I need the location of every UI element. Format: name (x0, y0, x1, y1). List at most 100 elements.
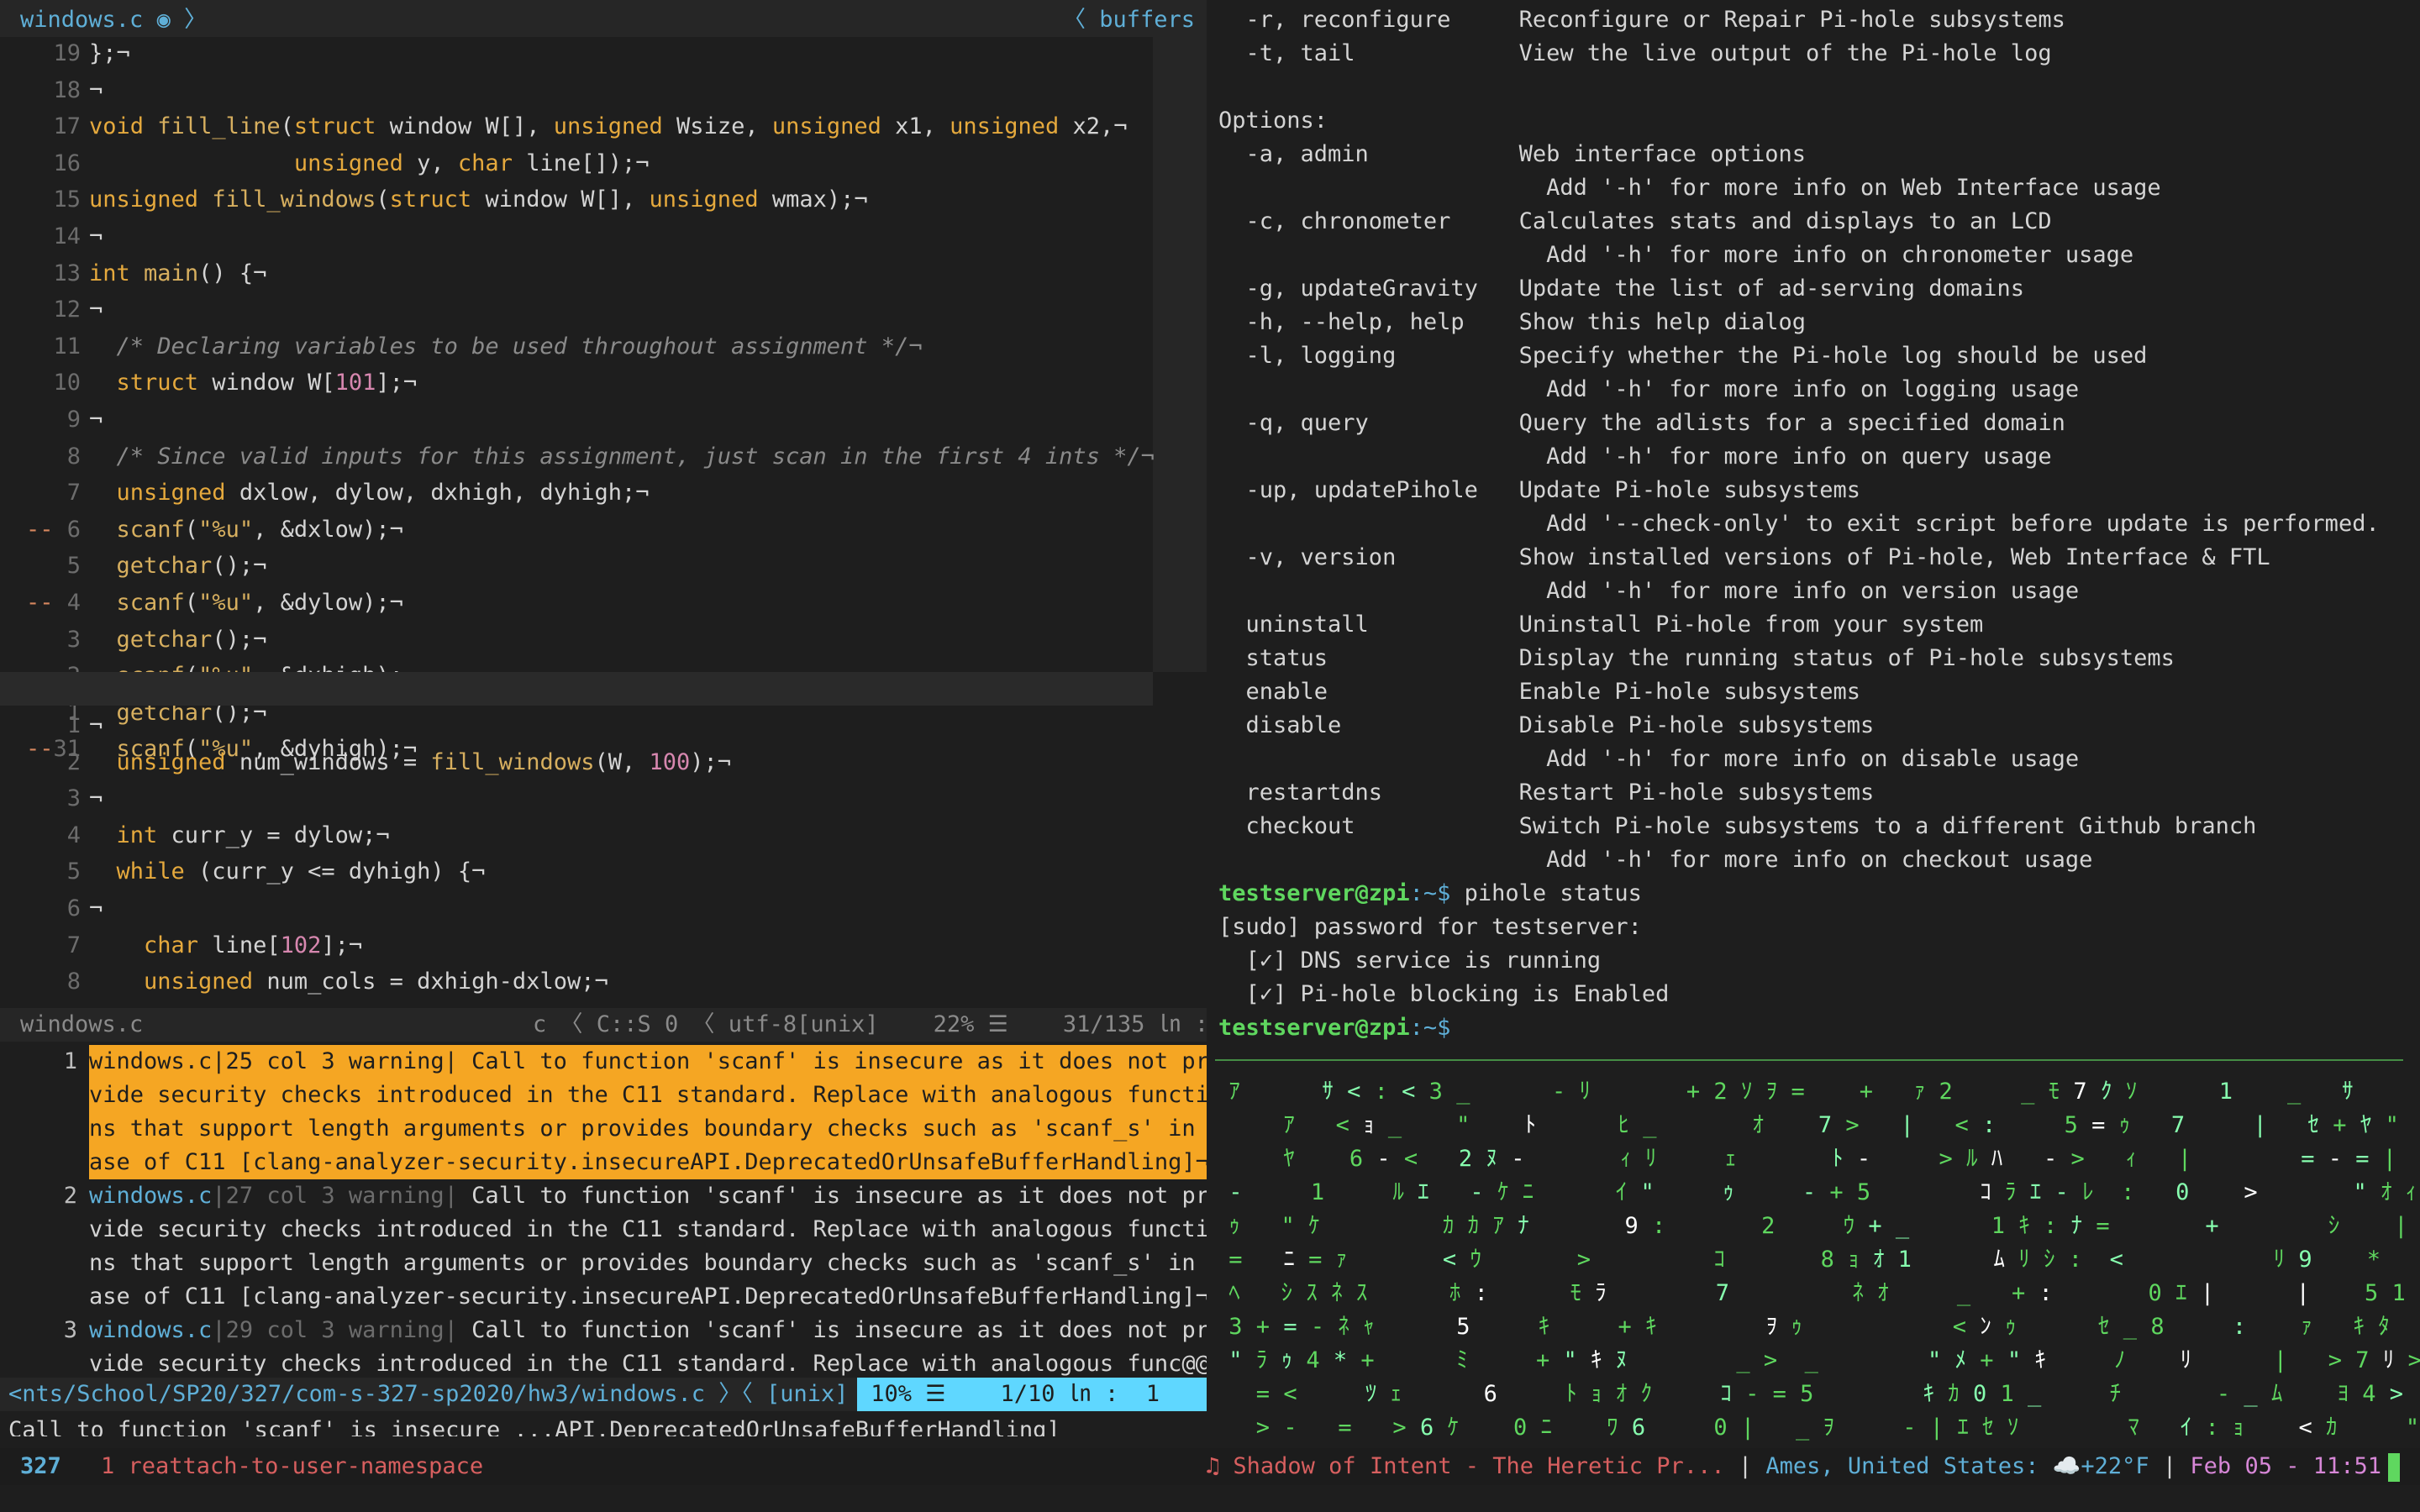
status-right: c 〈 C::S 0 〈 utf-8[unix] 22% ☰ 31/135 ㏑ … (533, 1011, 1207, 1037)
position-indicator: 10% ☰ 1/10 ㏑ : 1 (857, 1378, 1207, 1411)
quickfix-entry-selected[interactable]: windows.c|25 col 3 warning| Call to func… (89, 1045, 1207, 1079)
quickfix-entry-selected[interactable]: vide security checks introduced in the C… (89, 1079, 1207, 1112)
line-number: 7 (66, 480, 81, 507)
quickfix-entry-selected[interactable]: ase of C11 [clang-analyzer-security.inse… (89, 1146, 1207, 1179)
code-line[interactable]: void fill_line(struct window W[], unsign… (89, 110, 1128, 144)
quickfix-index: 1 (63, 1048, 77, 1074)
terminal-line: -l, logging Specify whether the Pi-hole … (1218, 343, 2148, 369)
code-line[interactable]: unsigned num_cols = dxhigh-dxlow;¬ (89, 965, 608, 999)
terminal-line: Add '-h' for more info on version usage (1218, 578, 2080, 604)
code-line[interactable]: ¬ (89, 220, 103, 254)
line-number: 12 (53, 297, 81, 323)
vim-statusline: windows.c c 〈 C::S 0 〈 utf-8[unix] 22% ☰… (0, 1008, 1207, 1042)
terminal-line: checkout Switch Pi-hole subsystems to a … (1218, 813, 2257, 839)
terminal-output: [sudo] password for testserver: (1218, 914, 1642, 940)
code-line[interactable]: scanf("%u", &dxlow);¬ (89, 513, 403, 547)
code-line[interactable]: ¬ (89, 74, 103, 108)
terminal-line: Add '-h' for more info on query usage (1218, 444, 2052, 470)
terminal-line: Add '-h' for more info on disable usage (1218, 746, 2080, 772)
code-line[interactable]: char line[102];¬ (89, 929, 362, 963)
code-line[interactable]: while (curr_y <= dyhigh) {¬ (89, 855, 486, 889)
line-number: -- 4 (25, 590, 81, 616)
code-line[interactable]: ¬ (89, 782, 103, 816)
line-number: 8 (66, 969, 81, 995)
code-line[interactable]: ¬ (89, 892, 103, 926)
terminal-line: -h, --help, help Show this help dialog (1218, 309, 1806, 335)
now-playing: ♫ Shadow of Intent - The Heretic Pr... (1205, 1453, 1725, 1479)
pane-divider[interactable] (1215, 1059, 2403, 1061)
matrix-row: 3 + = - ﾈ ｬ 5 ｷ + ｷ ｦ ｩ < ﾝ ｩ ｾ _ 8 : ｧ … (1228, 1314, 2390, 1340)
line-number: 11 (53, 333, 81, 360)
file-path: <nts/School/SP20/327/com-s-327-sp2020/hw… (8, 1381, 849, 1407)
matrix-row: > - = > 6 ｹ 0 ﾆ ﾜ 6 0 | _ ｦ - | ｴ ｾ ｿ ﾏ … (1255, 1415, 2420, 1441)
code-line[interactable]: int main() {¬ (89, 257, 266, 291)
terminal-line: Add '-h' for more info on logging usage (1218, 376, 2080, 402)
line-number: -- 6 (25, 516, 81, 543)
terminal-line: disable Disable Pi-hole subsystems (1218, 712, 1875, 738)
terminal-pane[interactable]: -r, reconfigure Reconfigure or Repair Pi… (1210, 0, 2420, 1042)
terminal-line: -r, reconfigure Reconfigure or Repair Pi… (1218, 7, 2065, 33)
code-line[interactable]: ¬ (89, 293, 103, 327)
code-line[interactable]: };¬ (89, 37, 130, 71)
terminal-line: Add '--check-only' to exit script before… (1218, 511, 2380, 537)
code-line[interactable]: getchar();¬ (89, 623, 267, 657)
code-line[interactable]: /* Declaring variables to be used throug… (89, 330, 923, 364)
matrix-row: ﾍ ｼ ｽ ﾈ ｽ ﾎ : ﾓ ﾗ 7 ﾈ ｵ _ + : 0 ｴ | | 5 … (1228, 1280, 2420, 1306)
command-line[interactable]: Call to function 'scanf' is insecure ...… (8, 1414, 1060, 1436)
terminal-line: uninstall Uninstall Pi-hole from your sy… (1218, 612, 1984, 638)
quickfix-entry[interactable]: vide security checks introduced in the C… (89, 1213, 1207, 1247)
quickfix-entry[interactable]: ase of C11 [clang-analyzer-security.inse… (89, 1280, 1207, 1314)
terminal-line: -c, chronometer Calculates stats and dis… (1218, 208, 2052, 234)
code-line[interactable]: int curr_y = dylow;¬ (89, 819, 390, 853)
code-line[interactable]: unsigned y, char line[]);¬ (89, 147, 650, 181)
quickfix-entry[interactable]: vide security checks introduced in the C… (89, 1347, 1207, 1381)
matrix-row: - 1 ﾙ ｴ - ｹ ﾆ ｲ " ｩ - + 5 ｺ ﾗ ｴ - ﾚ : 0 … (1228, 1179, 2417, 1205)
cmatrix-pane: ｱ ｻ < : < 3 _ - ﾘ + 2 ｿ ｦ = + ｧ 2 _ ﾓ 7 … (1215, 1075, 2420, 1445)
line-number: 6 (66, 895, 81, 921)
code-line[interactable]: unsigned dxlow, dylow, dxhigh, dyhigh;¬ (89, 476, 650, 510)
shell-prompt: testserver@zpi:~$ pihole status (1218, 880, 1642, 906)
line-number: 1 (66, 712, 81, 738)
line-number: 10 (53, 370, 81, 396)
cursor-block (2388, 1452, 2400, 1482)
code-line[interactable]: ¬ (89, 403, 103, 437)
line-number: 16 (53, 150, 81, 176)
quickfix-statusline: <nts/School/SP20/327/com-s-327-sp2020/hw… (0, 1378, 1207, 1411)
tab-windows-c[interactable]: windows.c ◉ 〉 (20, 0, 207, 40)
terminal-line: -t, tail View the live output of the Pi-… (1218, 40, 2052, 66)
quickfix-entry[interactable]: windows.c|29 col 3 warning| Call to func… (89, 1314, 1207, 1347)
code-line[interactable]: /* Since valid inputs for this assignmen… (89, 440, 1155, 474)
matrix-row: " ﾗ ｩ 4 * + ﾐ + " ｷ ﾇ _ > _ " ﾒ + " ｷ ﾉ … (1228, 1347, 2420, 1373)
code-line[interactable]: unsigned fill_windows(struct window W[],… (89, 183, 868, 217)
line-number: 3 (66, 785, 81, 812)
weather: Ames, United States: ☁️+22°F (1765, 1453, 2149, 1479)
quickfix-entry[interactable]: ns that support length arguments or prov… (89, 1247, 1207, 1280)
line-number: 18 (53, 76, 81, 103)
terminal-line: -up, updatePihole Update Pi-hole subsyst… (1218, 477, 1861, 503)
code-line[interactable]: struct window W[101];¬ (89, 366, 418, 400)
tmux-window-tab[interactable]: 1 reattach-to-user-namespace (101, 1448, 483, 1485)
line-number: 19 (53, 40, 81, 66)
matrix-row: ｱ < ｮ _ " ﾄ ﾋ _ ｵ 7 > | < : 5 = ｩ 7 | ｾ … (1283, 1112, 2399, 1138)
code-line[interactable]: ¬ (89, 709, 103, 743)
terminal-line: -g, updateGravity Update the list of ad-… (1218, 276, 2025, 302)
tmux-session[interactable]: 327 (20, 1448, 61, 1485)
line-number: 4 (66, 822, 81, 848)
quickfix-index: 3 (63, 1317, 77, 1343)
code-line[interactable]: getchar();¬ (89, 549, 267, 583)
tmux-statusbar: 327 1 reattach-to-user-namespace ♫ Shado… (0, 1448, 2420, 1485)
scrollbar-track[interactable] (1153, 37, 1207, 672)
line-number: 8 (66, 443, 81, 470)
vim-editor[interactable]: windows.c ◉ 〉 〈 buffers 19};¬ 18 ¬ 17 void f… (0, 0, 1207, 1436)
shell-prompt-current[interactable]: testserver@zpi:~$ (1218, 1011, 1450, 1042)
code-line[interactable]: scanf("%u", &dylow);¬ (89, 586, 403, 620)
terminal-line: Add '-h' for more info on checkout usage (1218, 847, 2093, 873)
terminal-line: -v, version Show installed versions of P… (1218, 544, 2270, 570)
quickfix-entry[interactable]: windows.c|27 col 3 warning| Call to func… (89, 1179, 1207, 1213)
terminal-line: restartdns Restart Pi-hole subsystems (1218, 780, 1875, 806)
quickfix-entry-selected[interactable]: ns that support length arguments or prov… (89, 1112, 1207, 1146)
modified-icon: ◉ 〉 (156, 7, 208, 33)
code-line[interactable]: unsigned num_windows = fill_windows(W, 1… (89, 746, 732, 780)
quickfix-index: 2 (63, 1183, 77, 1209)
buffers-label[interactable]: 〈 buffers (1063, 0, 1195, 40)
